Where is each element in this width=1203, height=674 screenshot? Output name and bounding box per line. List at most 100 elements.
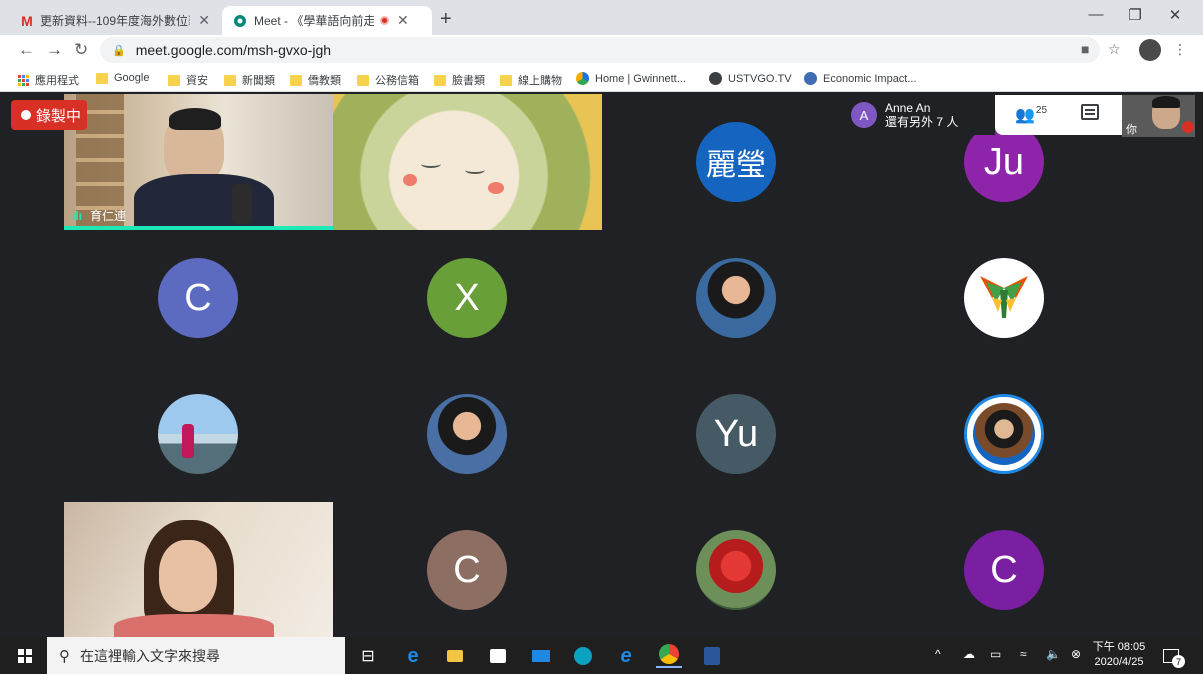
folder-icon [500, 74, 512, 86]
folder-icon [357, 74, 369, 86]
economic-site-icon [804, 72, 817, 85]
forward-button[interactable]: → [46, 40, 63, 60]
bookmark-site[interactable]: Economic Impact... [804, 72, 917, 85]
chat-icon[interactable] [1081, 104, 1099, 120]
bookmark-folder[interactable]: 線上購物 [500, 72, 562, 88]
store-icon[interactable] [487, 645, 509, 667]
back-button[interactable]: ← [18, 40, 35, 60]
bookmark-folder[interactable]: 資安 [168, 72, 208, 88]
taskbar-search[interactable]: ⚲ 在這裡輸入文字來搜尋 [47, 637, 345, 674]
participant-photo[interactable] [427, 394, 507, 474]
star-icon[interactable]: ☆ [1108, 41, 1121, 58]
harbor-photo-avatar[interactable] [158, 394, 238, 474]
avatar-initials: Ju [983, 140, 1025, 183]
drawing-tile[interactable] [333, 94, 602, 230]
camera-icon[interactable]: ■ [1081, 41, 1089, 57]
bookmark-folder[interactable]: 臉書類 [434, 72, 485, 88]
avatar-initials: C [184, 276, 212, 319]
file-explorer-icon[interactable] [444, 645, 466, 667]
participant-avatar[interactable]: X [427, 258, 507, 338]
bookmark-site[interactable]: Home | Gwinnett... [576, 72, 686, 85]
close-window-button[interactable]: ✕ [1160, 6, 1190, 24]
speaker-video-tile[interactable]: ılı 育仁連 [64, 94, 333, 230]
recording-badge: 錄製中 [11, 100, 87, 130]
wifi-icon[interactable]: ≈ [1020, 647, 1027, 661]
internet-explorer-icon[interactable]: e [615, 645, 637, 667]
presenter-card[interactable]: A Anne An 還有另外 7 人 [845, 95, 995, 135]
minimize-button[interactable]: — [1081, 6, 1111, 23]
eye-left [421, 160, 441, 168]
bird-logo-avatar[interactable] [964, 258, 1044, 338]
mail-icon[interactable] [530, 645, 552, 667]
task-view-icon[interactable]: ⊟ [357, 645, 379, 667]
menu-icon[interactable]: ⋮ [1173, 41, 1187, 58]
participant-video-tile[interactable] [64, 502, 333, 637]
search-placeholder: 在這裡輸入文字來搜尋 [80, 647, 220, 664]
clock[interactable]: 下午 08:05 2020/4/25 [1088, 640, 1150, 670]
notification-count: 7 [1172, 655, 1185, 668]
flower-photo-avatar[interactable] [696, 530, 776, 610]
bookmark-label: 資安 [186, 75, 208, 87]
bookmark-folder[interactable]: Google [96, 72, 149, 84]
participant-photo[interactable] [696, 258, 776, 338]
close-tab-icon[interactable]: ✕ [397, 12, 409, 29]
bookmark-folder[interactable]: 公務信箱 [357, 72, 419, 88]
bookmark-folder[interactable]: 僑教類 [290, 72, 341, 88]
browser-toolbar: ← → ↻ 🔒 meet.google.com/msh-gvxo-jgh ■ ☆… [0, 35, 1203, 65]
participant-avatar[interactable]: C [964, 530, 1044, 610]
battery-icon[interactable]: ▭ [990, 647, 1001, 661]
bookmark-label: 新聞類 [242, 75, 275, 87]
bookmark-site[interactable]: USTVGO.TV [709, 72, 792, 85]
address-bar[interactable]: 🔒 meet.google.com/msh-gvxo-jgh [100, 37, 1100, 63]
mic-muted-icon [1182, 121, 1194, 133]
edge-icon[interactable]: e [402, 645, 424, 667]
new-edge-icon[interactable] [572, 645, 594, 667]
speaker-hair [169, 108, 221, 130]
status-icon[interactable]: ⊗ [1071, 647, 1081, 661]
profile-avatar[interactable] [1139, 39, 1161, 61]
participant-avatar[interactable]: C [427, 530, 507, 610]
reload-button[interactable]: ↻ [74, 40, 88, 60]
active-speaker-border [64, 226, 333, 230]
new-tab-button[interactable]: + [440, 8, 452, 31]
start-button[interactable] [14, 645, 36, 667]
self-view[interactable]: 你 [1122, 95, 1195, 137]
bookmarks-bar: 應用程式 Google 資安 新聞類 僑教類 公務信箱 臉書類 線上購物 Hom… [0, 65, 1203, 92]
volume-icon[interactable]: 🔈 [1046, 647, 1061, 661]
gwinnett-icon [576, 72, 589, 85]
people-icon: 👥 [1015, 107, 1035, 124]
cheek-right [488, 182, 504, 194]
people-button[interactable]: 👥 25 [1015, 105, 1047, 125]
tab-meet[interactable]: Meet - 《學華語向前走》教 ✕ [222, 6, 432, 35]
close-tab-icon[interactable]: ✕ [198, 12, 210, 29]
participant-shirt [114, 614, 274, 637]
participant-avatar[interactable]: 麗瑩 [696, 122, 776, 202]
tray-overflow-icon[interactable]: ^ [935, 647, 941, 661]
notifications-icon[interactable]: 7 [1160, 645, 1185, 668]
bookmark-apps[interactable]: 應用程式 [18, 72, 79, 88]
bookmark-folder[interactable]: 新聞類 [224, 72, 275, 88]
tab-strip: M 更新資料--109年度海外數位華語 ✕ Meet - 《學華語向前走》教 ✕… [0, 0, 1203, 35]
cloud-icon[interactable]: ☁ [963, 647, 975, 661]
restore-button[interactable]: ❐ [1120, 6, 1150, 24]
record-dot-icon [21, 110, 31, 120]
bookmark-label: 公務信箱 [375, 75, 419, 87]
presenter-name: Anne An [885, 101, 931, 115]
participant-avatar[interactable]: C [158, 258, 238, 338]
apps-grid-icon [18, 74, 29, 86]
chrome-icon[interactable] [656, 642, 682, 668]
url-text: meet.google.com/msh-gvxo-jgh [135, 42, 332, 58]
portrait-photo-avatar[interactable] [964, 394, 1044, 474]
presenter-avatar: A [851, 102, 877, 128]
participant-face [159, 540, 217, 612]
cheek-left [403, 174, 417, 186]
bookmark-label: Economic Impact... [823, 72, 917, 85]
tab-gmail[interactable]: M 更新資料--109年度海外數位華語 ✕ [10, 6, 220, 35]
bookmark-label: 線上購物 [518, 75, 562, 87]
meet-icon [232, 13, 248, 29]
gmail-icon: M [21, 12, 33, 29]
word-icon[interactable] [701, 645, 723, 667]
tab-title: Meet - 《學華語向前走》教 [254, 14, 374, 28]
participant-avatar[interactable]: Yu [696, 394, 776, 474]
bookmark-label: 臉書類 [452, 75, 485, 87]
